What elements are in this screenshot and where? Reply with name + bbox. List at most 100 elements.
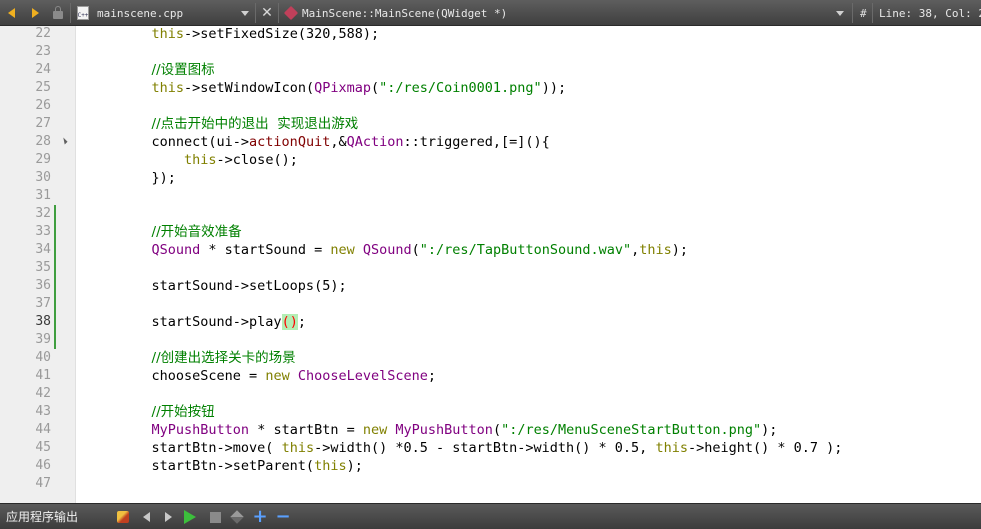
toolbar-separator-2 [255,0,256,26]
code-token: ( [411,242,420,258]
code-line[interactable]: 43 //开始按钮 [0,403,981,421]
cpp-file-icon-wrap: C++ [77,0,89,26]
code-line[interactable]: 34 QSound * startSound = new QSound(":/r… [0,241,981,259]
fold-marker-icon[interactable] [60,137,68,145]
code-token: ->height() * 0.7 ); [687,440,843,456]
code-line[interactable]: 41 chooseScene = new ChooseLevelScene; [0,367,981,385]
close-document-button[interactable]: ✕ [260,0,274,26]
line-number: 42 [35,386,51,401]
code-line[interactable]: 25 this->setWindowIcon(QPixmap(":/res/Co… [0,79,981,97]
line-number: 34 [35,242,51,257]
stop-icon [209,511,221,523]
code-line[interactable]: 30 }); [0,169,981,187]
file-selector-combo[interactable]: mainscene.cpp [97,0,255,26]
code-line[interactable]: 22 this->setFixedSize(320,588); [0,26,981,43]
code-text: QSound * startSound = new QSound(":/res/… [119,241,689,259]
code-text: startSound->play(); [119,313,306,331]
code-text: this->setFixedSize(320,588); [119,26,380,43]
code-line[interactable]: 24 //设置图标 [0,61,981,79]
code-text: connect(ui->actionQuit,&QAction::trigger… [119,133,550,151]
code-token: startBtn->setParent( [119,458,315,474]
code-line[interactable]: 35 [0,259,981,277]
code-token: startBtn->move( [119,440,282,456]
code-line[interactable]: 32 [0,205,981,223]
code-token: ->close(); [216,152,298,168]
line-number: 27 [35,116,51,131]
next-item-button[interactable] [160,509,176,525]
code-token: )); [541,80,567,96]
code-token: ( [370,80,380,96]
code-token: startSound->play [119,314,282,330]
code-token: ; [427,368,437,384]
back-button[interactable] [2,0,20,26]
code-text: this->close(); [119,151,298,169]
application-output-title[interactable]: 应用程序输出 [6,504,78,529]
line-number: 28 [35,134,51,149]
code-token: * startSound = [200,242,331,258]
line-number: 29 [35,152,51,167]
code-line[interactable]: 38 startSound->play(); [0,313,981,331]
cpp-file-icon: C++ [77,6,89,20]
close-icon: ✕ [261,5,273,21]
code-keyword: new [330,242,355,258]
code-line[interactable]: 23 [0,43,981,61]
lock-button[interactable] [53,0,63,26]
code-line[interactable]: 42 [0,385,981,403]
code-token: connect(ui-> [119,134,250,150]
cursor-position[interactable]: Line: 38, Col: 23 [879,0,981,26]
code-line[interactable]: 46 startBtn->setParent(this); [0,457,981,475]
code-keyword: this [184,152,217,168]
line-number: 36 [35,278,51,293]
code-line[interactable]: 33 //开始音效准备 [0,223,981,241]
lock-icon [53,6,63,19]
line-number: 39 [35,332,51,347]
code-line[interactable]: 40 //创建出选择关卡的场景 [0,349,981,367]
code-line[interactable]: 28 connect(ui->actionQuit,&QAction::trig… [0,133,981,151]
code-line[interactable]: 47 [0,475,981,493]
previous-item-button[interactable] [138,509,154,525]
rerun-button[interactable] [182,509,198,525]
clear-output-button[interactable] [115,509,131,525]
zoom-out-button[interactable]: − [275,508,291,526]
symbol-selector-combo[interactable]: MainScene::MainScene(QWidget *) [283,0,850,26]
toolbar-separator-5 [872,0,873,26]
code-token: ); [346,458,363,474]
code-line[interactable]: 29 this->close(); [0,151,981,169]
code-comment: //创建出选择关卡的场景 [151,350,296,366]
method-symbol-icon [283,5,299,21]
code-text: startBtn->setParent(this); [119,457,363,475]
code-line[interactable]: 37 [0,295,981,313]
code-text: //开始按钮 [119,403,215,421]
code-line[interactable]: 39 [0,331,981,349]
toolbar-separator [70,3,71,23]
code-line[interactable]: 27 //点击开始中的退出 实现退出游戏 [0,115,981,133]
broom-icon [117,511,129,523]
code-line[interactable]: 44 MyPushButton * startBtn = new MyPushB… [0,421,981,439]
current-symbol: MainScene::MainScene(QWidget *) [302,6,508,20]
code-comment: //开始按钮 [151,404,215,420]
code-keyword: this [314,458,347,474]
attach-debugger-button[interactable] [229,509,245,525]
code-line[interactable]: 31 [0,187,981,205]
zoom-in-button[interactable]: + [252,508,268,526]
code-class: MyPushButton [151,422,250,438]
code-line[interactable]: 26 [0,97,981,115]
forward-button[interactable] [26,0,44,26]
forward-arrow-icon [31,8,39,18]
code-editor[interactable]: 22 this->setFixedSize(320,588); 23 24 //设置… [0,26,981,503]
output-pane-bar: 应用程序输出 + − [0,503,981,529]
symbol-hash-label: # [860,0,867,26]
line-number: 32 [35,206,51,221]
stop-button[interactable] [207,509,223,525]
code-line[interactable]: 45 startBtn->move( this->width() *0.5 - … [0,439,981,457]
code-line[interactable]: 36 startSound->setLoops(5); [0,277,981,295]
code-text: this->setWindowIcon(QPixmap(":/res/Coin0… [119,79,567,97]
